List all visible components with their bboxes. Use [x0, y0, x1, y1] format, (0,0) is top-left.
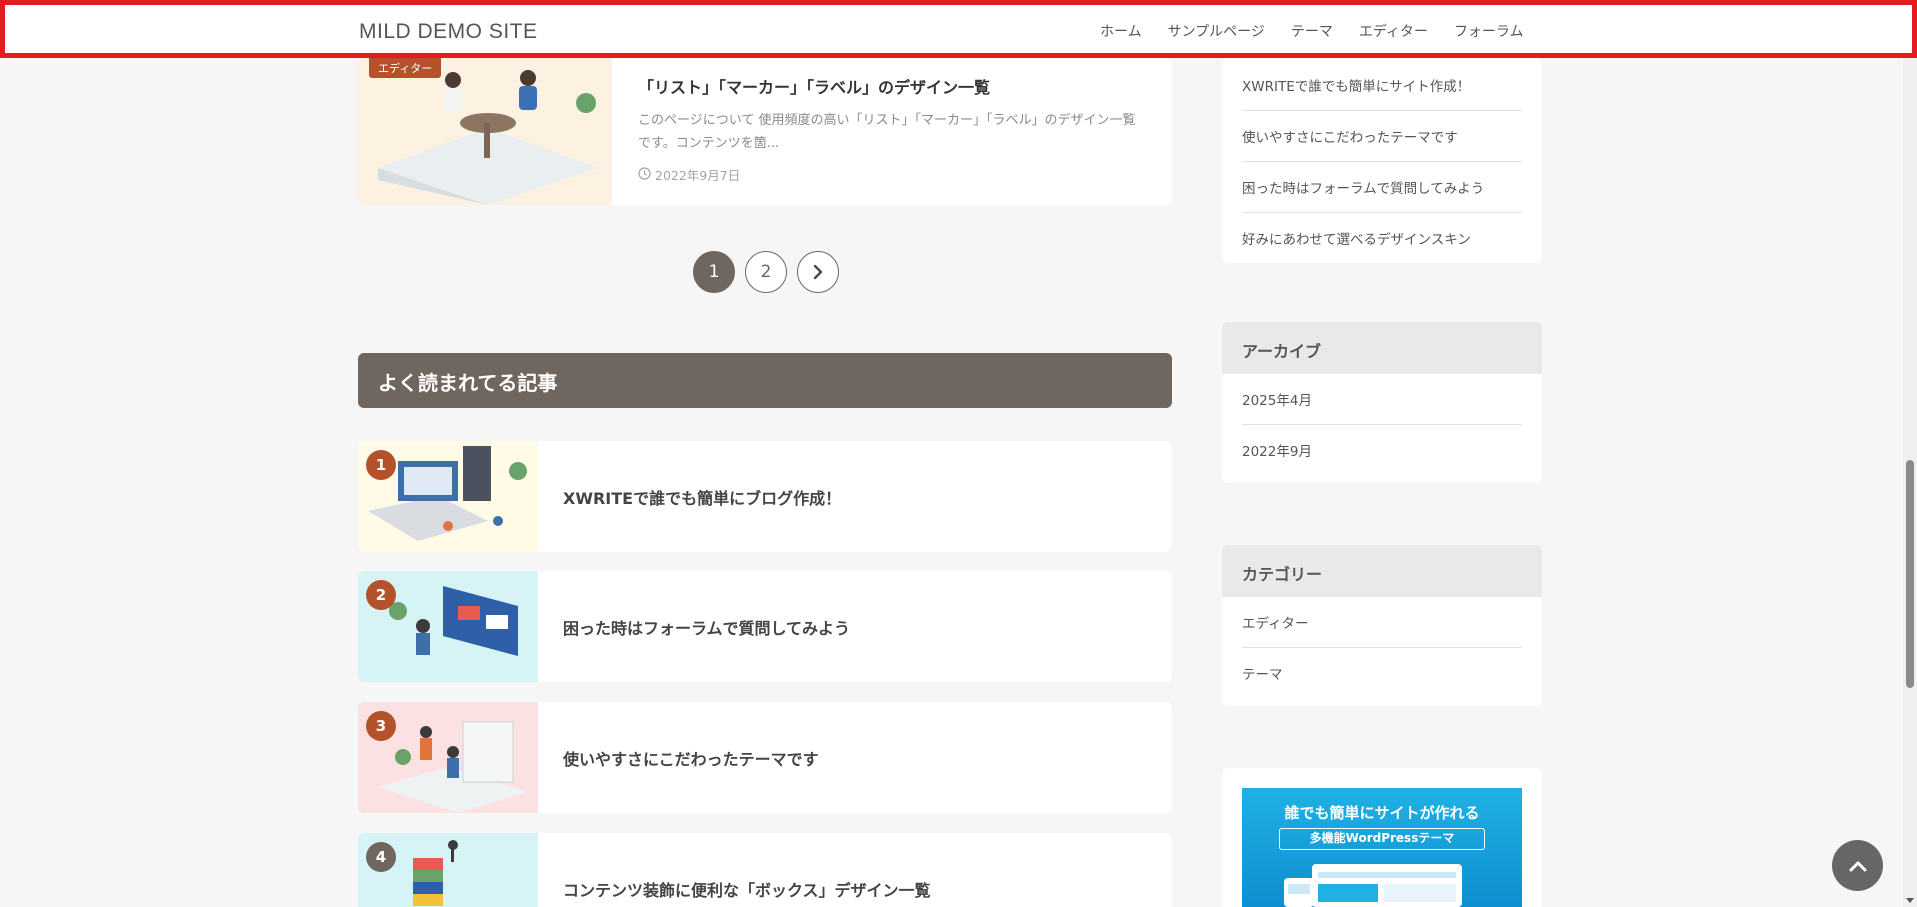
theme-banner[interactable]: 誰でも簡単にサイトが作れる 多機能WordPressテーマ [1242, 788, 1522, 907]
archive-widget: アーカイブ 2025年4月 2022年9月 [1222, 322, 1542, 483]
ranking-title[interactable]: コンテンツ装飾に便利な「ボックス」デザイン一覧 [563, 877, 931, 901]
site-title[interactable]: MILD DEMO SITE [359, 20, 538, 44]
global-nav: ホーム サンプルページ テーマ エディター フォーラム [1100, 21, 1524, 41]
banner-headline: 誰でも簡単にサイトが作れる [1284, 804, 1480, 822]
ranking-thumbnail: 3 [358, 702, 538, 813]
nav-forum[interactable]: フォーラム [1454, 21, 1524, 41]
nav-editor[interactable]: エディター [1359, 21, 1428, 41]
ranking-thumbnail: 4 [358, 833, 538, 907]
ranking-thumbnail: 1 [358, 441, 538, 552]
chevron-up-icon [1849, 861, 1866, 871]
back-to-top-button[interactable] [1832, 840, 1883, 891]
rank-badge: 3 [366, 711, 396, 741]
nav-sample-page[interactable]: サンプルページ [1168, 21, 1265, 41]
ranking-title[interactable]: XWRITEで誰でも簡単にブログ作成！ [563, 485, 841, 509]
post-card[interactable]: エディター 「リスト」「マーカー」「ラベル」のデザイン一覧 このページについて … [358, 58, 1172, 205]
recent-post-link[interactable]: 困った時はフォーラムで質問してみよう [1242, 162, 1522, 213]
rank-badge: 1 [366, 450, 396, 480]
category-widget: カテゴリー エディター テーマ [1222, 545, 1542, 706]
page-2-button[interactable]: 2 [745, 251, 787, 293]
popular-heading: よく読まれてる記事 [358, 353, 1172, 408]
recent-post-link[interactable]: XWRITEで誰でも簡単にサイト作成！ [1242, 60, 1522, 111]
post-title[interactable]: 「リスト」「マーカー」「ラベル」のデザイン一覧 [638, 74, 990, 98]
page-scrollbar[interactable] [1903, 0, 1917, 907]
rank-badge: 4 [366, 842, 396, 872]
chevron-right-icon [813, 264, 823, 280]
nav-theme[interactable]: テーマ [1291, 21, 1333, 41]
rank-badge: 2 [366, 580, 396, 610]
category-link[interactable]: エディター [1242, 597, 1522, 648]
post-date-text: 2022年9月7日 [655, 168, 741, 183]
banner-subline: 多機能WordPressテーマ [1279, 828, 1485, 850]
recent-post-link[interactable]: 好みにあわせて選べるデザインスキン [1242, 213, 1522, 263]
scrollbar-thumb[interactable] [1906, 460, 1914, 688]
recent-post-link[interactable]: 使いやすさにこだわったテーマです [1242, 111, 1522, 162]
ranking-item[interactable]: 4 コンテンツ装飾に便利な「ボックス」デザイン一覧 [358, 833, 1172, 907]
post-thumbnail: エディター [358, 58, 612, 205]
banner-illustration [1284, 864, 1462, 907]
archive-link[interactable]: 2022年9月 [1242, 425, 1522, 475]
archive-heading: アーカイブ [1222, 322, 1542, 374]
scroll-down-arrow-icon[interactable] [1906, 898, 1914, 903]
nav-home[interactable]: ホーム [1100, 21, 1142, 41]
ranking-title[interactable]: 使いやすさにこだわったテーマです [563, 746, 819, 770]
ranking-item[interactable]: 3 使いやすさにこだわったテーマです [358, 702, 1172, 813]
category-link[interactable]: テーマ [1242, 648, 1522, 698]
site-header: MILD DEMO SITE ホーム サンプルページ テーマ エディター フォー… [0, 0, 1917, 58]
archive-link[interactable]: 2025年4月 [1242, 374, 1522, 425]
ranking-item[interactable]: 1 XWRITEで誰でも簡単にブログ作成！ [358, 441, 1172, 552]
category-heading: カテゴリー [1222, 545, 1542, 597]
pagination: 1 2 [693, 251, 839, 293]
ranking-item[interactable]: 2 困った時はフォーラムで質問してみよう [358, 571, 1172, 682]
recent-posts-widget: XWRITEで誰でも簡単にサイト作成！ 使いやすさにこだわったテーマです 困った… [1222, 58, 1542, 263]
category-badge[interactable]: エディター [369, 58, 442, 78]
clock-icon [638, 166, 651, 183]
ranking-title[interactable]: 困った時はフォーラムで質問してみよう [563, 615, 850, 639]
ranking-thumbnail: 2 [358, 571, 538, 682]
next-page-button[interactable] [797, 251, 839, 293]
page-1-button[interactable]: 1 [693, 251, 735, 293]
post-date: 2022年9月7日 [638, 165, 740, 184]
post-excerpt: このページについて 使用頻度の高い「リスト」「マーカー」「ラベル」のデザイン一覧… [638, 113, 1136, 151]
